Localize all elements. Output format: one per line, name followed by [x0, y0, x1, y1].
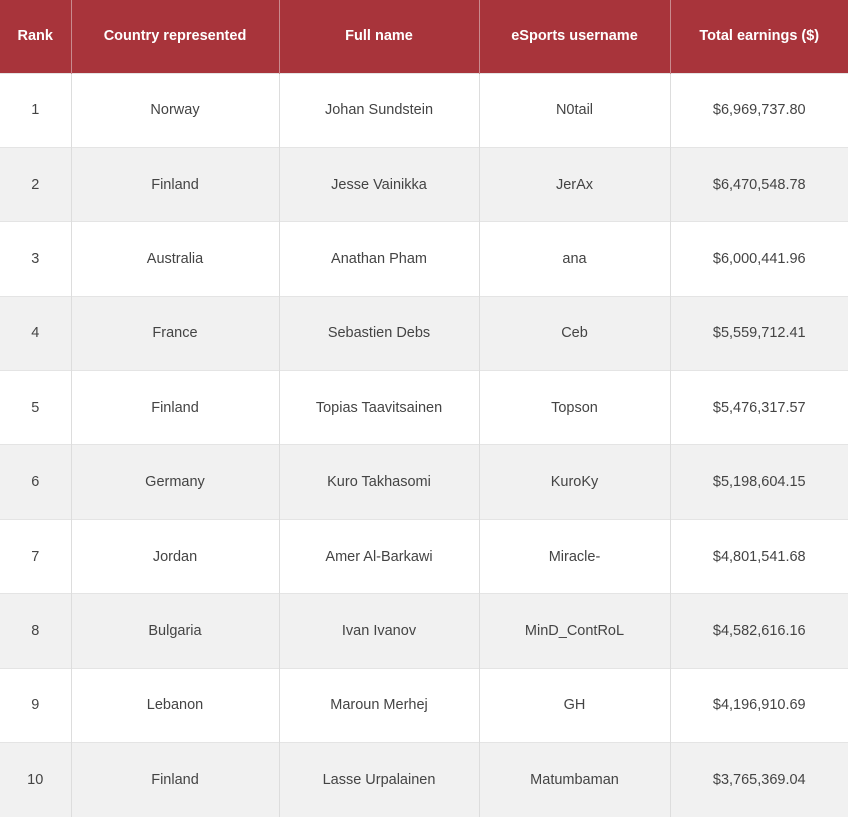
cell-earnings: $4,801,541.68: [669, 518, 848, 594]
cell-earnings: $6,969,737.80: [669, 72, 848, 148]
cell-earnings: $6,470,548.78: [669, 146, 848, 222]
header-earnings: Total earnings ($): [669, 0, 848, 73]
table-row: 6 Germany Kuro Takhasomi KuroKy $5,198,6…: [0, 444, 848, 520]
cell-earnings: $5,476,317.57: [669, 370, 848, 445]
cell-earnings: $5,198,604.15: [669, 444, 848, 520]
table-row: 1 Norway Johan Sundstein N0tail $6,969,7…: [0, 72, 848, 148]
cell-username: JerAx: [478, 146, 670, 222]
header-username: eSports username: [478, 0, 670, 73]
cell-full-name: Lasse Urpalainen: [278, 742, 479, 817]
cell-earnings: $6,000,441.96: [669, 221, 848, 297]
cell-full-name: Amer Al-Barkawi: [278, 518, 479, 594]
cell-username: GH: [478, 667, 670, 743]
table-row: 10 Finland Lasse Urpalainen Matumbaman $…: [0, 742, 848, 817]
cell-username: MinD_ContRoL: [478, 593, 670, 669]
cell-rank: 9: [0, 667, 71, 743]
header-rank: Rank: [17, 28, 53, 45]
cell-username: Ceb: [478, 295, 670, 371]
cell-username: N0tail: [478, 72, 670, 148]
cell-country: Australia: [70, 221, 279, 297]
cell-username: Topson: [478, 370, 670, 445]
cell-country: Lebanon: [70, 667, 279, 743]
header-full-name: Full name: [278, 0, 479, 73]
cell-full-name: Jesse Vainikka: [278, 146, 479, 222]
earnings-table: Rank Country represented Full name eSpor…: [0, 0, 848, 817]
cell-country: Norway: [70, 72, 279, 148]
cell-country: Finland: [70, 742, 279, 817]
cell-full-name: Kuro Takhasomi: [278, 444, 479, 520]
cell-country: Jordan: [70, 518, 279, 594]
cell-full-name: Anathan Pham: [278, 221, 479, 297]
table-body: 1 Norway Johan Sundstein N0tail $6,969,7…: [0, 72, 848, 817]
table-header: Rank Country represented Full name eSpor…: [0, 0, 848, 73]
table-row: 5 Finland Topias Taavitsainen Topson $5,…: [0, 370, 848, 445]
cell-country: Bulgaria: [70, 593, 279, 669]
cell-full-name: Sebastien Debs: [278, 295, 479, 371]
cell-country: France: [70, 295, 279, 371]
cell-username: Miracle-: [478, 518, 670, 594]
cell-country: Finland: [70, 370, 279, 445]
cell-rank: 4: [0, 295, 71, 371]
cell-rank: 5: [0, 370, 71, 445]
cell-earnings: $4,196,910.69: [669, 667, 848, 743]
cell-full-name: Johan Sundstein: [278, 72, 479, 148]
cell-earnings: $4,582,616.16: [669, 593, 848, 669]
cell-full-name: Topias Taavitsainen: [278, 370, 479, 445]
cell-country: Finland: [70, 146, 279, 222]
cell-rank: 3: [0, 221, 71, 297]
header-country: Country represented: [70, 0, 279, 73]
cell-username: KuroKy: [478, 444, 670, 520]
cell-rank: 8: [0, 593, 71, 669]
header-row: Rank Country represented Full name eSpor…: [0, 0, 848, 73]
cell-rank: 6: [0, 444, 71, 520]
table-row: 2 Finland Jesse Vainikka JerAx $6,470,54…: [0, 146, 848, 222]
cell-rank: 2: [0, 146, 71, 222]
table-row: 7 Jordan Amer Al-Barkawi Miracle- $4,801…: [0, 518, 848, 594]
cell-rank: 10: [0, 742, 71, 817]
table-row: 8 Bulgaria Ivan Ivanov MinD_ContRoL $4,5…: [0, 593, 848, 669]
cell-username: Matumbaman: [478, 742, 670, 817]
cell-rank: 7: [0, 518, 71, 594]
table-row: 4 France Sebastien Debs Ceb $5,559,712.4…: [0, 295, 848, 371]
cell-country: Germany: [70, 444, 279, 520]
cell-username: ana: [478, 221, 670, 297]
cell-full-name: Ivan Ivanov: [278, 593, 479, 669]
cell-earnings: $3,765,369.04: [669, 742, 848, 817]
table-row: 9 Lebanon Maroun Merhej GH $4,196,910.69: [0, 667, 848, 743]
table-row: 3 Australia Anathan Pham ana $6,000,441.…: [0, 221, 848, 297]
cell-full-name: Maroun Merhej: [278, 667, 479, 743]
cell-earnings: $5,559,712.41: [669, 295, 848, 371]
cell-rank: 1: [0, 72, 71, 148]
